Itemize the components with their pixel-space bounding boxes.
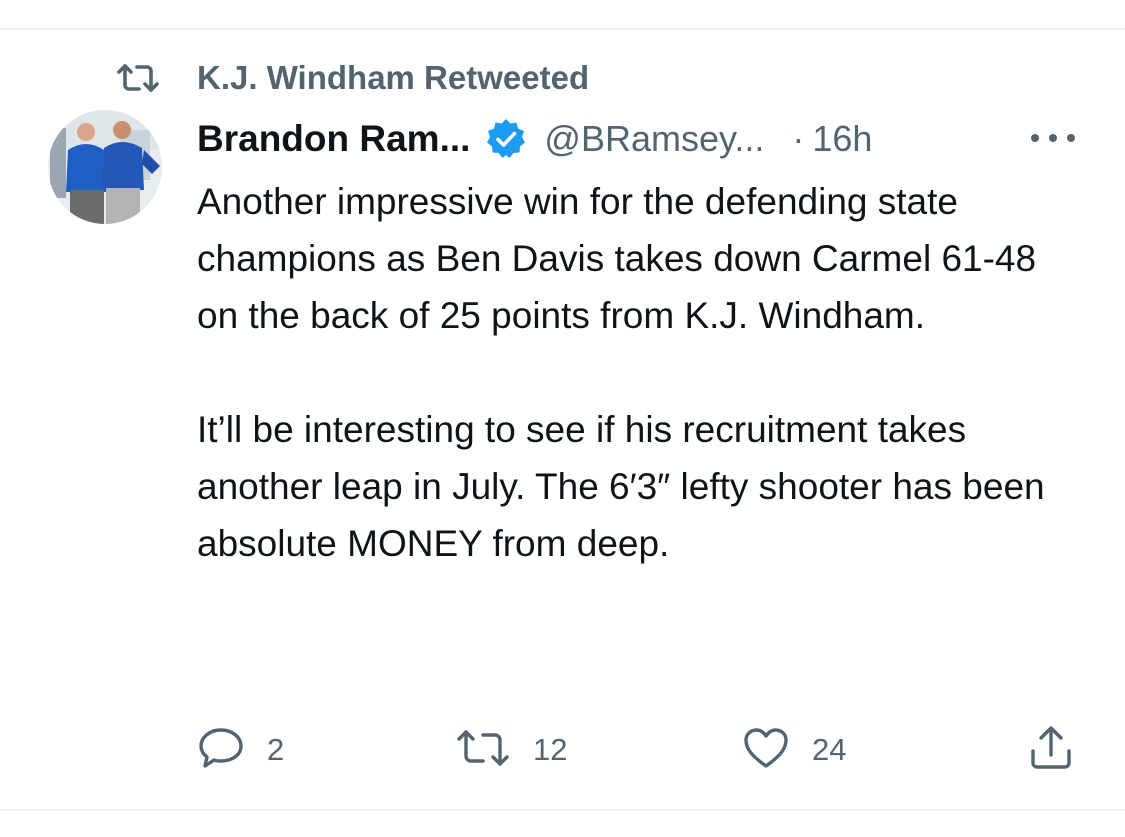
- share-button[interactable]: [1029, 722, 1073, 778]
- retweet-banner-label: K.J. Windham Retweeted: [197, 59, 590, 96]
- like-icon: [742, 726, 790, 775]
- separator-dot: ·: [792, 118, 805, 159]
- share-icon: [1029, 725, 1073, 776]
- retweet-icon: [115, 63, 161, 93]
- tweet-text: Another impressive win for the defending…: [197, 173, 1077, 572]
- like-count: 24: [812, 732, 847, 767]
- tweet-timestamp[interactable]: 16h: [812, 118, 872, 160]
- top-divider: [0, 28, 1125, 30]
- more-icon[interactable]: [1031, 126, 1075, 150]
- author-display-name[interactable]: Brandon Ram...: [197, 118, 470, 160]
- tweet-paragraph: It’ll be interesting to see if his recru…: [197, 409, 1045, 564]
- verified-badge-icon: [484, 117, 528, 161]
- reply-count: 2: [267, 732, 285, 767]
- like-button[interactable]: 24: [742, 722, 846, 778]
- reply-icon: [197, 726, 245, 775]
- author-handle[interactable]: @BRamsey...: [544, 118, 764, 160]
- retweet-icon: [455, 728, 511, 773]
- avatar[interactable]: [48, 110, 162, 224]
- reply-button[interactable]: 2: [197, 722, 284, 778]
- tweet-actions: 2 12 24: [197, 722, 1077, 778]
- retweet-count: 12: [533, 732, 568, 767]
- bottom-divider: [0, 809, 1125, 811]
- retweet-banner[interactable]: K.J. Windham Retweeted: [115, 56, 589, 100]
- tweet-paragraph: Another impressive win for the defending…: [197, 181, 1037, 336]
- tweet-header: Brandon Ram... @BRamsey... · 16h: [197, 112, 1085, 166]
- retweet-button[interactable]: 12: [455, 722, 567, 778]
